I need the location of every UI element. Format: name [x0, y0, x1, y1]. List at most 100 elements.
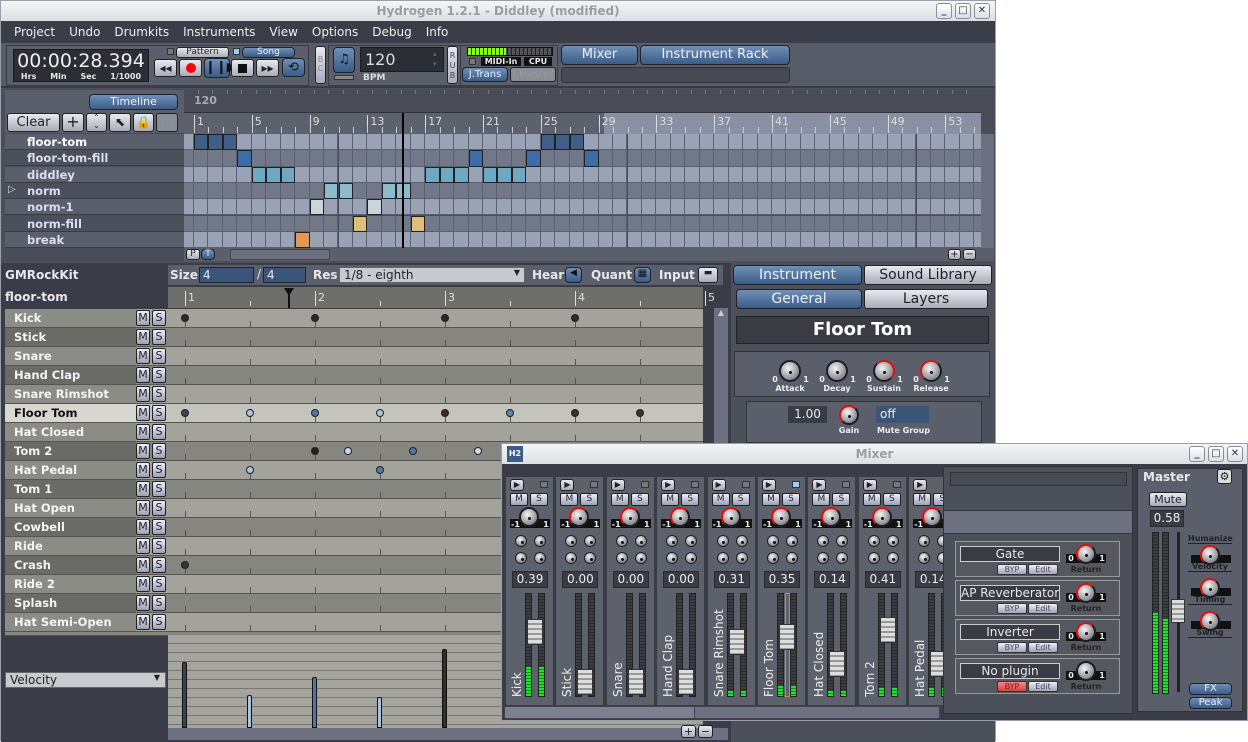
song-horizontal-scrollbar[interactable]: [230, 249, 330, 260]
song-cell[interactable]: [584, 166, 599, 183]
song-cell[interactable]: [511, 199, 527, 216]
fx-send-knob[interactable]: [786, 552, 798, 564]
menu-instruments[interactable]: Instruments: [176, 21, 262, 43]
song-cell[interactable]: [627, 166, 642, 183]
song-cell[interactable]: [930, 150, 946, 167]
song-cell[interactable]: [251, 134, 267, 151]
song-cell-active[interactable]: [266, 166, 281, 183]
song-cell[interactable]: [425, 199, 440, 216]
play-sample-button[interactable]: ▶: [510, 479, 524, 491]
instrument-name[interactable]: Snare Rimshot: [5, 385, 136, 403]
fx-send-knob[interactable]: [817, 535, 830, 547]
menu-view[interactable]: View: [262, 21, 304, 43]
volume-fader[interactable]: [627, 669, 644, 695]
song-cell[interactable]: [454, 134, 469, 151]
mute-button[interactable]: M: [136, 481, 150, 497]
song-cell[interactable]: [945, 231, 960, 248]
song-cell[interactable]: [772, 134, 787, 151]
solo-button[interactable]: S: [152, 519, 166, 535]
mute-button[interactable]: M: [136, 576, 150, 592]
song-cell[interactable]: [714, 215, 729, 232]
song-cell[interactable]: [483, 150, 498, 167]
fx-bypass-button[interactable]: BYP: [997, 642, 1027, 653]
song-cell[interactable]: [656, 182, 671, 200]
instrument-name[interactable]: Hat Open: [5, 499, 136, 517]
song-cell[interactable]: [251, 199, 267, 216]
song-cell[interactable]: [439, 150, 455, 167]
song-cell[interactable]: [815, 166, 830, 183]
song-cell[interactable]: [555, 150, 570, 167]
bpm-input[interactable]: 120: [360, 47, 444, 72]
note[interactable]: [408, 447, 417, 455]
song-cell[interactable]: [873, 166, 888, 183]
song-cell[interactable]: [974, 166, 981, 183]
song-cell[interactable]: [439, 182, 455, 200]
song-cell[interactable]: [222, 150, 238, 167]
song-cell[interactable]: [829, 182, 845, 200]
record-button[interactable]: [179, 59, 202, 77]
song-cell[interactable]: [266, 134, 281, 151]
song-cell[interactable]: [598, 166, 614, 183]
song-cell[interactable]: [194, 150, 209, 167]
song-cell[interactable]: [454, 231, 469, 248]
fx-send-knob[interactable]: [615, 535, 628, 547]
song-cell-active[interactable]: [555, 134, 570, 151]
menu-undo[interactable]: Undo: [62, 21, 107, 43]
song-cell[interactable]: [873, 199, 888, 216]
song-cell[interactable]: [714, 199, 729, 216]
song-cell[interactable]: [772, 199, 787, 216]
song-cell[interactable]: [251, 215, 267, 232]
song-cell[interactable]: [266, 182, 281, 200]
song-cell[interactable]: [598, 199, 614, 216]
song-cell[interactable]: [184, 231, 194, 248]
song-cell[interactable]: [483, 215, 498, 232]
song-cell[interactable]: [656, 215, 671, 232]
song-cell[interactable]: [410, 134, 426, 151]
song-cell[interactable]: [887, 199, 903, 216]
stop-button[interactable]: [231, 59, 254, 77]
instrument-name[interactable]: Hat Pedal: [5, 461, 136, 479]
fx-name[interactable]: Inverter: [960, 624, 1060, 640]
song-cell[interactable]: [959, 215, 975, 232]
song-cell[interactable]: [598, 134, 614, 151]
pattern-list-item[interactable]: diddley: [5, 166, 184, 183]
mute-button[interactable]: M: [136, 329, 150, 345]
song-zoom-out-button[interactable]: −: [963, 249, 976, 260]
song-cell[interactable]: [324, 231, 339, 248]
master-mute-button[interactable]: Mute: [1149, 492, 1187, 507]
note[interactable]: [246, 409, 254, 417]
song-cell[interactable]: [194, 182, 209, 200]
fx-send-knob[interactable]: [886, 552, 899, 564]
song-cell-active[interactable]: [483, 166, 498, 183]
solo-button[interactable]: S: [152, 367, 166, 383]
song-cell[interactable]: [685, 134, 700, 151]
song-cell[interactable]: [266, 199, 281, 216]
song-cell[interactable]: [974, 134, 981, 151]
fx-return-knob[interactable]: [1076, 661, 1096, 681]
song-cell[interactable]: [714, 231, 729, 248]
note[interactable]: [343, 447, 352, 455]
song-cell[interactable]: [916, 182, 931, 200]
song-cell[interactable]: [598, 215, 614, 232]
fx-send-knob[interactable]: [918, 552, 931, 564]
song-cell[interactable]: [613, 134, 628, 151]
song-cell[interactable]: [251, 231, 267, 248]
song-cell[interactable]: [887, 134, 903, 151]
song-cell[interactable]: [425, 134, 440, 151]
mute-button[interactable]: M: [136, 462, 150, 478]
song-cell-active[interactable]: [454, 166, 469, 183]
song-cell[interactable]: [670, 231, 686, 248]
song-cell[interactable]: [468, 166, 483, 183]
velocity-bar[interactable]: [247, 694, 252, 728]
volume-fader[interactable]: [879, 616, 896, 643]
song-cell[interactable]: [656, 150, 671, 167]
song-cell[interactable]: [237, 134, 252, 151]
song-cell[interactable]: [194, 199, 209, 216]
mute-button[interactable]: M: [762, 493, 780, 506]
song-cell[interactable]: [598, 150, 614, 167]
note[interactable]: [311, 409, 319, 417]
song-cell[interactable]: [873, 134, 888, 151]
song-cell[interactable]: [439, 199, 455, 216]
song-cell[interactable]: [786, 182, 801, 200]
song-cell[interactable]: [945, 199, 960, 216]
